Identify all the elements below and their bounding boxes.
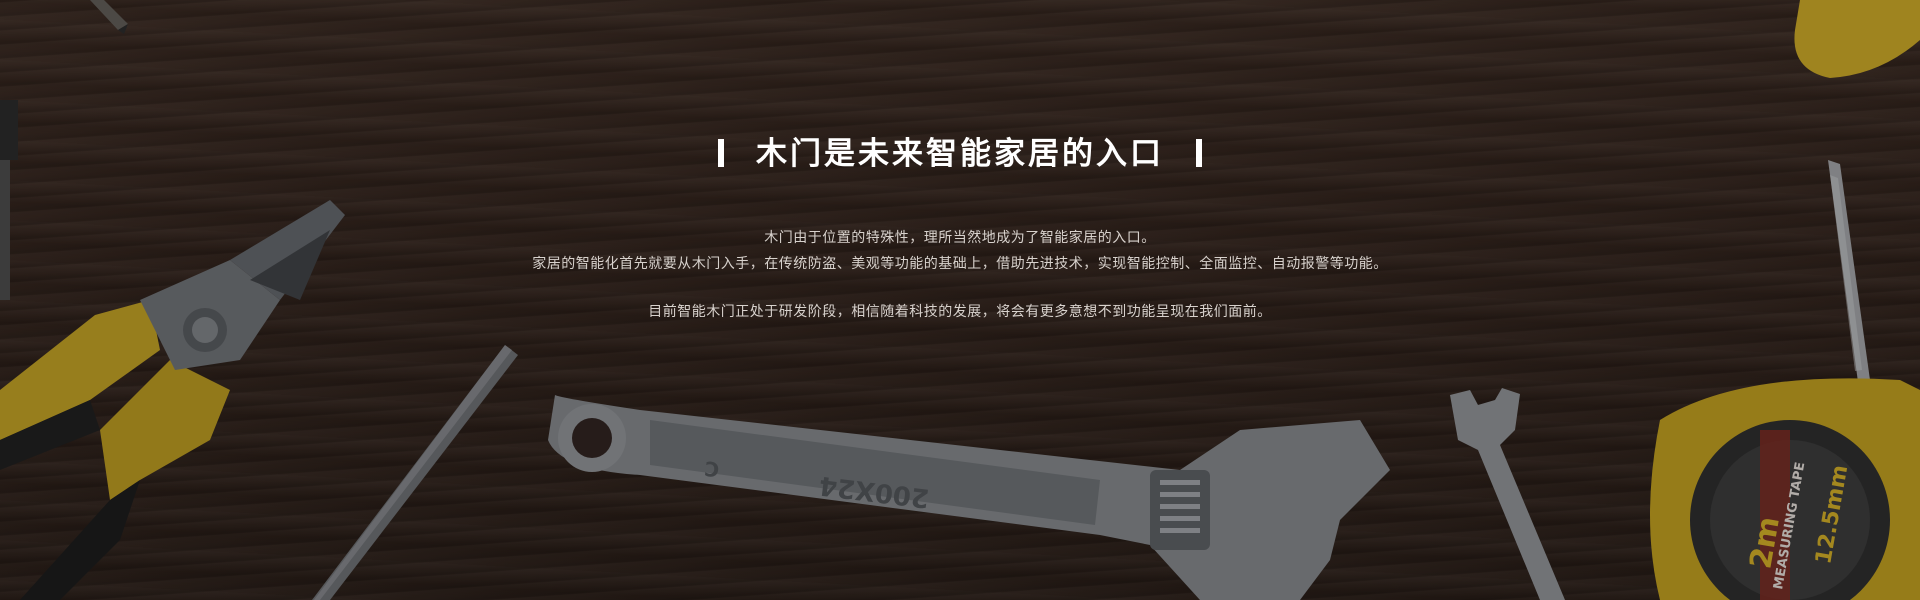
- hero-banner: 200X24 C 2m MEASURING TAPE 12.5mm 木门是未来智…: [0, 0, 1920, 600]
- heading-bar-right: [1196, 139, 1202, 167]
- dark-overlay: [0, 0, 1920, 600]
- hero-paragraph-line: 木门由于位置的特殊性，理所当然地成为了智能家居的入口。: [764, 230, 1156, 246]
- hero-paragraph-line: 目前智能木门正处于研发阶段，相信随着科技的发展，将会有更多意想不到功能呈现在我们…: [648, 304, 1272, 320]
- hero-title: 木门是未来智能家居的入口: [756, 136, 1164, 172]
- hero-paragraph-line: 家居的智能化首先就要从木门入手，在传统防盗、美观等功能的基础上，借助先进技术，实…: [532, 256, 1388, 272]
- hero-heading: 木门是未来智能家居的入口: [0, 128, 1920, 173]
- heading-bar-left: [718, 139, 724, 167]
